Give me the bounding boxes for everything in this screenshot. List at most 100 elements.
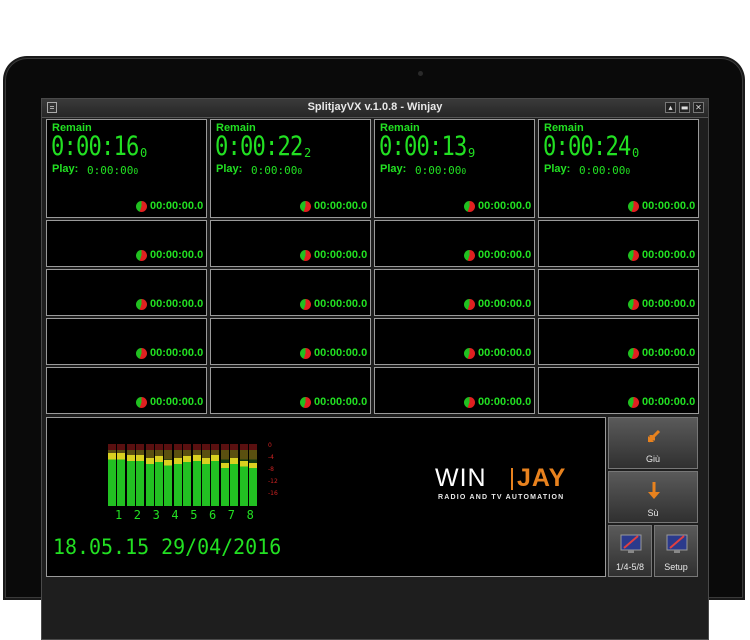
vu-bar [192, 444, 201, 506]
cue-time: 00:00:00.0 [314, 298, 368, 310]
up-button[interactable]: Sù [608, 471, 698, 523]
cue-time: 00:00:00.0 [642, 396, 696, 408]
vu-bar-level [183, 456, 192, 506]
player-cell[interactable]: 00:00:00.0 [210, 269, 371, 316]
remain-time: 0:00:13 [379, 131, 467, 162]
vu-bar [164, 444, 173, 506]
vu-channel-label: 7 [227, 508, 236, 522]
status-panel: 0 -4 -8 -12 -16 1 2 3 4 5 6 7 8 18.05.15 29/04/2016 … [46, 417, 606, 577]
player-cell[interactable]: 00:00:00.0 [46, 269, 207, 316]
play-time-value: 0:00:00 [87, 164, 134, 177]
vu-channel-label: 3 [152, 508, 160, 522]
cue-status-icon [628, 299, 639, 310]
vu-bar [211, 444, 220, 506]
vu-bar [220, 444, 229, 506]
cue-time: 00:00:00.0 [314, 249, 368, 261]
player-cell[interactable]: Remain 0:00:13 9 Play: 0:00:000 00:00:00.0 [374, 119, 535, 218]
vu-bar [155, 444, 163, 506]
cue-status-icon [464, 348, 475, 359]
cue-time: 00:00:00.0 [478, 347, 532, 359]
remain-fraction: 0 [632, 146, 640, 160]
laptop-frame: SplitjayVX v.1.0.8 - Winjay ▴ ▬ ✕ Remain… [5, 58, 743, 640]
cue-time: 00:00:00.0 [314, 347, 368, 359]
cue-time: 00:00:00.0 [150, 396, 204, 408]
vu-channel-label: 8 [246, 508, 254, 522]
cue-time: 00:00:00.0 [478, 298, 532, 310]
vu-bar-level [108, 453, 116, 506]
arrow-down-icon [648, 482, 660, 499]
player-cell[interactable]: 00:00:00.0 [374, 220, 535, 267]
logo-separator [511, 468, 513, 490]
player-cell[interactable]: 00:00:00.0 [538, 220, 699, 267]
vu-bar [249, 444, 257, 506]
pages-button[interactable]: 1/4-5/8 [608, 525, 652, 577]
cue-status-icon [464, 299, 475, 310]
cue-status-icon [300, 348, 311, 359]
logo-win-text: WIN [435, 464, 487, 492]
vu-bar-level [211, 455, 220, 506]
play-label: Play: [216, 163, 243, 175]
player-cell[interactable]: 00:00:00.0 [210, 318, 371, 365]
play-label: Play: [380, 163, 407, 175]
vu-scale-label: 0 [268, 442, 272, 449]
cue-time: 00:00:00.0 [642, 249, 696, 261]
close-button[interactable]: ✕ [693, 102, 704, 113]
player-cell[interactable]: Remain 0:00:16 0 Play: 0:00:000 00:00:00.0 [46, 119, 207, 218]
minimize-button[interactable]: ▴ [665, 102, 676, 113]
play-label: Play: [52, 163, 79, 175]
vu-bar [126, 444, 135, 506]
vu-bar [202, 444, 210, 506]
cue-time: 00:00:00.0 [642, 200, 696, 212]
cue-status-icon [464, 201, 475, 212]
maximize-button[interactable]: ▬ [679, 102, 690, 113]
cue-status-icon [300, 250, 311, 261]
player-cell[interactable]: 00:00:00.0 [46, 318, 207, 365]
cue-status-icon [300, 201, 311, 212]
player-cell[interactable]: 00:00:00.0 [374, 367, 535, 414]
vu-bar [230, 444, 239, 506]
window-title: SplitjayVX v.1.0.8 - Winjay [307, 101, 443, 113]
player-cell[interactable]: 00:00:00.0 [374, 318, 535, 365]
player-cell[interactable]: Remain 0:00:22 2 Play: 0:00:000 00:00:00.0 [210, 119, 371, 218]
camera-dot [418, 71, 423, 76]
vu-bar-level [220, 462, 229, 506]
player-cell[interactable]: 00:00:00.0 [46, 367, 207, 414]
player-cell[interactable]: 00:00:00.0 [210, 220, 371, 267]
vu-bar [145, 444, 154, 506]
vu-channel-label: 1 [115, 508, 123, 522]
vu-meter: 0 -4 -8 -12 -16 1 2 3 4 5 6 7 8 [108, 442, 278, 524]
setup-button[interactable]: Setup [654, 525, 698, 577]
play-time: 0:00:000 [87, 164, 138, 177]
player-cell[interactable]: 00:00:00.0 [374, 269, 535, 316]
vu-channel-label: 6 [209, 508, 217, 522]
vu-bar [117, 444, 126, 506]
cue-time: 00:00:00.0 [478, 396, 532, 408]
down-button[interactable]: Giù [608, 417, 698, 469]
vu-scale-label: -16 [268, 490, 278, 497]
cue-time: 00:00:00.0 [150, 200, 204, 212]
remain-fraction: 9 [468, 146, 476, 160]
vu-bar-level [164, 459, 173, 506]
player-cell[interactable]: Remain 0:00:24 0 Play: 0:00:000 00:00:00.0 [538, 119, 699, 218]
arrow-down-left-icon [648, 429, 661, 443]
player-cell[interactable]: 00:00:00.0 [538, 367, 699, 414]
pages-button-label: 1/4-5/8 [615, 562, 645, 572]
play-label: Play: [544, 163, 571, 175]
vu-bar-level [230, 457, 239, 506]
cue-status-icon [628, 348, 639, 359]
cue-time: 00:00:00.0 [642, 347, 696, 359]
title-bar[interactable]: SplitjayVX v.1.0.8 - Winjay ▴ ▬ ✕ [42, 99, 708, 118]
play-time: 0:00:000 [579, 164, 630, 177]
player-cell[interactable]: 00:00:00.0 [538, 269, 699, 316]
cue-time: 00:00:00.0 [314, 396, 368, 408]
down-button-label: Giù [645, 454, 660, 464]
cue-status-icon [136, 299, 147, 310]
app-window: SplitjayVX v.1.0.8 - Winjay ▴ ▬ ✕ Remain… [41, 98, 709, 640]
remain-fraction: 2 [304, 146, 312, 160]
cue-status-icon [136, 348, 147, 359]
vu-scale-label: -8 [268, 466, 274, 473]
player-cell[interactable]: 00:00:00.0 [210, 367, 371, 414]
player-cell[interactable]: 00:00:00.0 [538, 318, 699, 365]
player-cell[interactable]: 00:00:00.0 [46, 220, 207, 267]
cue-time: 00:00:00.0 [150, 347, 204, 359]
